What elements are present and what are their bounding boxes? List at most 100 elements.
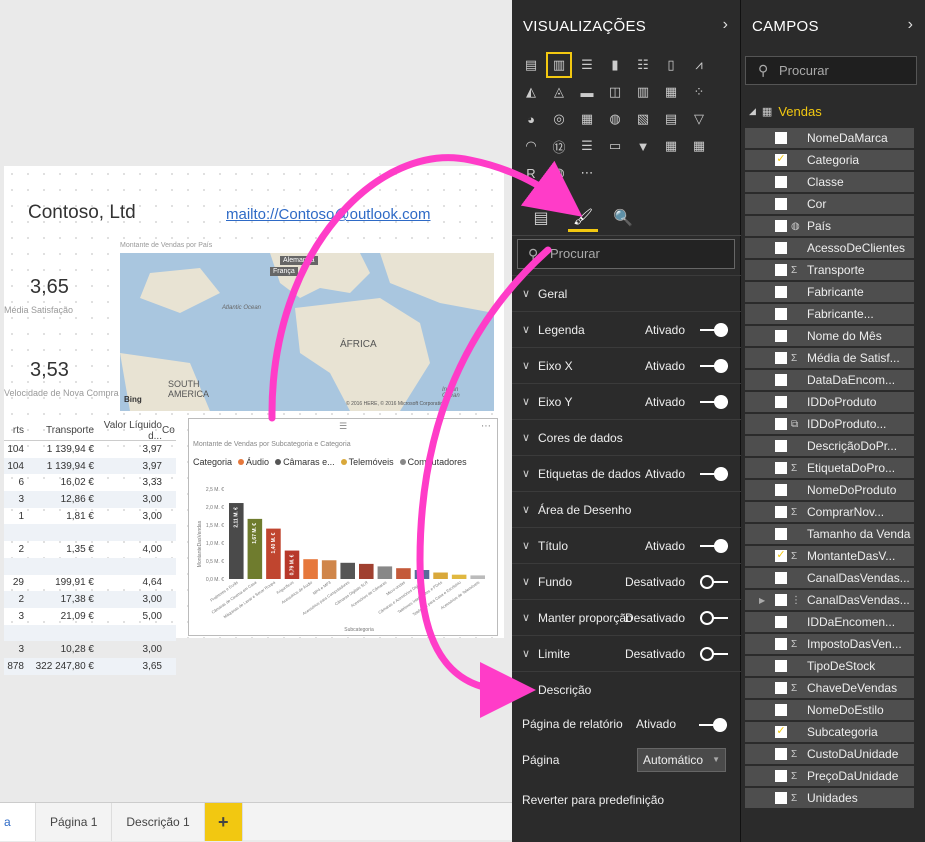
field-item[interactable]: NomeDoEstilo: [745, 700, 914, 720]
section-toggle[interactable]: [700, 610, 728, 625]
field-checkbox[interactable]: [775, 396, 787, 408]
visual-type-icon[interactable]: ▦: [576, 108, 598, 130]
format-section-4[interactable]: ∨ Cores de dados: [512, 419, 741, 455]
field-item[interactable]: CanalDasVendas...: [745, 568, 914, 588]
bar[interactable]: [321, 560, 337, 579]
col-header[interactable]: rts: [4, 425, 24, 436]
section-toggle[interactable]: [700, 466, 728, 481]
field-item[interactable]: IDDoProduto: [745, 392, 914, 412]
field-item[interactable]: ✓ Categoria: [745, 150, 914, 170]
visual-type-icon[interactable]: ▥: [632, 81, 654, 103]
collapse-chevron-icon[interactable]: ›: [908, 16, 913, 34]
visual-type-icon[interactable]: ▦: [660, 81, 682, 103]
field-item[interactable]: IDDaEncomen...: [745, 612, 914, 632]
company-title[interactable]: Contoso, Ltd: [28, 202, 136, 224]
field-checkbox[interactable]: ✓: [775, 550, 787, 562]
field-item[interactable]: Σ ChaveDeVendas: [745, 678, 914, 698]
field-item[interactable]: Σ Média de Satisf...: [745, 348, 914, 368]
table-row[interactable]: 29 199,91 € 4,64: [4, 575, 176, 592]
field-checkbox[interactable]: [775, 660, 787, 672]
field-checkbox[interactable]: ✓: [775, 154, 787, 166]
fields-search-input[interactable]: ⚲ Procurar: [745, 56, 917, 85]
visual-type-icon[interactable]: ◎: [548, 108, 570, 130]
table-row[interactable]: 878 322 247,80 € 3,65: [4, 657, 176, 675]
field-item[interactable]: Nome do Mês: [745, 326, 914, 346]
table-row[interactable]: 3 12,86 € 3,00: [4, 491, 176, 508]
field-item[interactable]: ✓ Σ MontanteDasV...: [745, 546, 914, 566]
tab-description-1[interactable]: Descrição 1: [112, 803, 205, 841]
field-checkbox[interactable]: [775, 572, 787, 584]
field-item[interactable]: Classe: [745, 172, 914, 192]
format-section-11[interactable]: ∧ Descrição: [512, 671, 741, 707]
field-checkbox[interactable]: [775, 198, 787, 210]
field-item[interactable]: ✓ Subcategoria: [745, 722, 914, 742]
col-header[interactable]: Valor Líquido d...: [94, 420, 162, 442]
format-section-9[interactable]: ∨ Manter proporção Desativado: [512, 599, 741, 635]
section-toggle[interactable]: [700, 574, 728, 589]
table-vendas[interactable]: ◢ ▦ Vendas: [749, 104, 822, 119]
visual-type-icon[interactable]: ▮: [604, 54, 626, 76]
field-checkbox[interactable]: [775, 528, 787, 540]
visual-type-icon[interactable]: ▤: [660, 108, 682, 130]
field-item[interactable]: Fabricante: [745, 282, 914, 302]
visual-type-icon[interactable]: R: [520, 162, 542, 184]
field-item[interactable]: Cor: [745, 194, 914, 214]
field-checkbox[interactable]: [775, 484, 787, 496]
table-row[interactable]: 6 16,02 € 3,33: [4, 474, 176, 491]
field-item[interactable]: AcessoDeClientes: [745, 238, 914, 258]
visual-type-icon[interactable]: ☰: [576, 135, 598, 157]
visual-type-icon[interactable]: ◕: [520, 108, 542, 130]
bar[interactable]: [377, 566, 393, 579]
field-item[interactable]: Tamanho da Venda: [745, 524, 914, 544]
bar[interactable]: [451, 574, 467, 579]
table-row[interactable]: [4, 557, 176, 575]
visual-type-icon[interactable]: ◭: [520, 81, 542, 103]
format-search-input[interactable]: ⚲ Procurar: [517, 239, 735, 269]
visual-type-icon[interactable]: ⋯: [576, 162, 598, 184]
format-section-6[interactable]: ∨ Área de Desenho: [512, 491, 741, 527]
legend-item[interactable]: Computadores: [399, 457, 467, 467]
field-checkbox[interactable]: [775, 286, 787, 298]
table-row[interactable]: 104 1 139,94 € 3,97: [4, 441, 176, 458]
field-item[interactable]: Σ EtiquetaDoPro...: [745, 458, 914, 478]
table-row[interactable]: 1 1,81 € 3,00: [4, 508, 176, 525]
visual-type-icon[interactable]: ⑫: [548, 135, 570, 157]
bar[interactable]: [359, 563, 374, 579]
field-checkbox[interactable]: [775, 374, 787, 386]
visual-type-icon[interactable]: ⁘: [688, 81, 710, 103]
visual-type-icon[interactable]: ◍: [604, 108, 626, 130]
collapse-chevron-icon[interactable]: ›: [723, 16, 728, 34]
legend-item[interactable]: Áudio: [238, 457, 269, 467]
visual-type-icon[interactable]: ▭: [604, 135, 626, 157]
field-checkbox[interactable]: [775, 792, 787, 804]
bar[interactable]: [303, 559, 318, 579]
format-section-8[interactable]: ∨ Fundo Desativado: [512, 563, 741, 599]
visual-type-icon[interactable]: ▽: [688, 108, 710, 130]
table-row[interactable]: 104 1 139,94 € 3,97: [4, 457, 176, 475]
section-toggle[interactable]: [700, 394, 728, 409]
format-section-0[interactable]: ∨ Geral: [512, 275, 741, 311]
field-checkbox[interactable]: ✓: [775, 726, 787, 738]
visual-type-icon[interactable]: ☷: [632, 54, 654, 76]
section-toggle[interactable]: [700, 358, 728, 373]
field-checkbox[interactable]: [775, 594, 787, 606]
field-checkbox[interactable]: [775, 330, 787, 342]
format-section-2[interactable]: ∨ Eixo X Ativado: [512, 347, 741, 383]
table-row[interactable]: 2 1,35 € 4,00: [4, 541, 176, 558]
kpi-repurchase-value[interactable]: 3,53: [30, 359, 69, 382]
field-item[interactable]: DataDaEncom...: [745, 370, 914, 390]
email-link[interactable]: mailto://Contoso@outlook.com: [226, 206, 431, 223]
field-item[interactable]: NomeDaMarca: [745, 128, 914, 148]
tab-page-1[interactable]: Página 1: [36, 803, 113, 841]
field-checkbox[interactable]: [775, 506, 787, 518]
section-toggle[interactable]: [700, 646, 728, 661]
format-section-1[interactable]: ∨ Legenda Ativado: [512, 311, 741, 347]
field-checkbox[interactable]: [775, 264, 787, 276]
format-section-3[interactable]: ∨ Eixo Y Ativado: [512, 383, 741, 419]
field-checkbox[interactable]: [775, 704, 787, 716]
visual-type-icon[interactable]: ⩘: [688, 54, 710, 76]
table-row[interactable]: [4, 624, 176, 642]
sales-table[interactable]: rts Transporte Valor Líquido d... Co 104…: [4, 420, 176, 675]
field-checkbox[interactable]: [775, 308, 787, 320]
format-section-7[interactable]: ∨ Título Ativado: [512, 527, 741, 563]
